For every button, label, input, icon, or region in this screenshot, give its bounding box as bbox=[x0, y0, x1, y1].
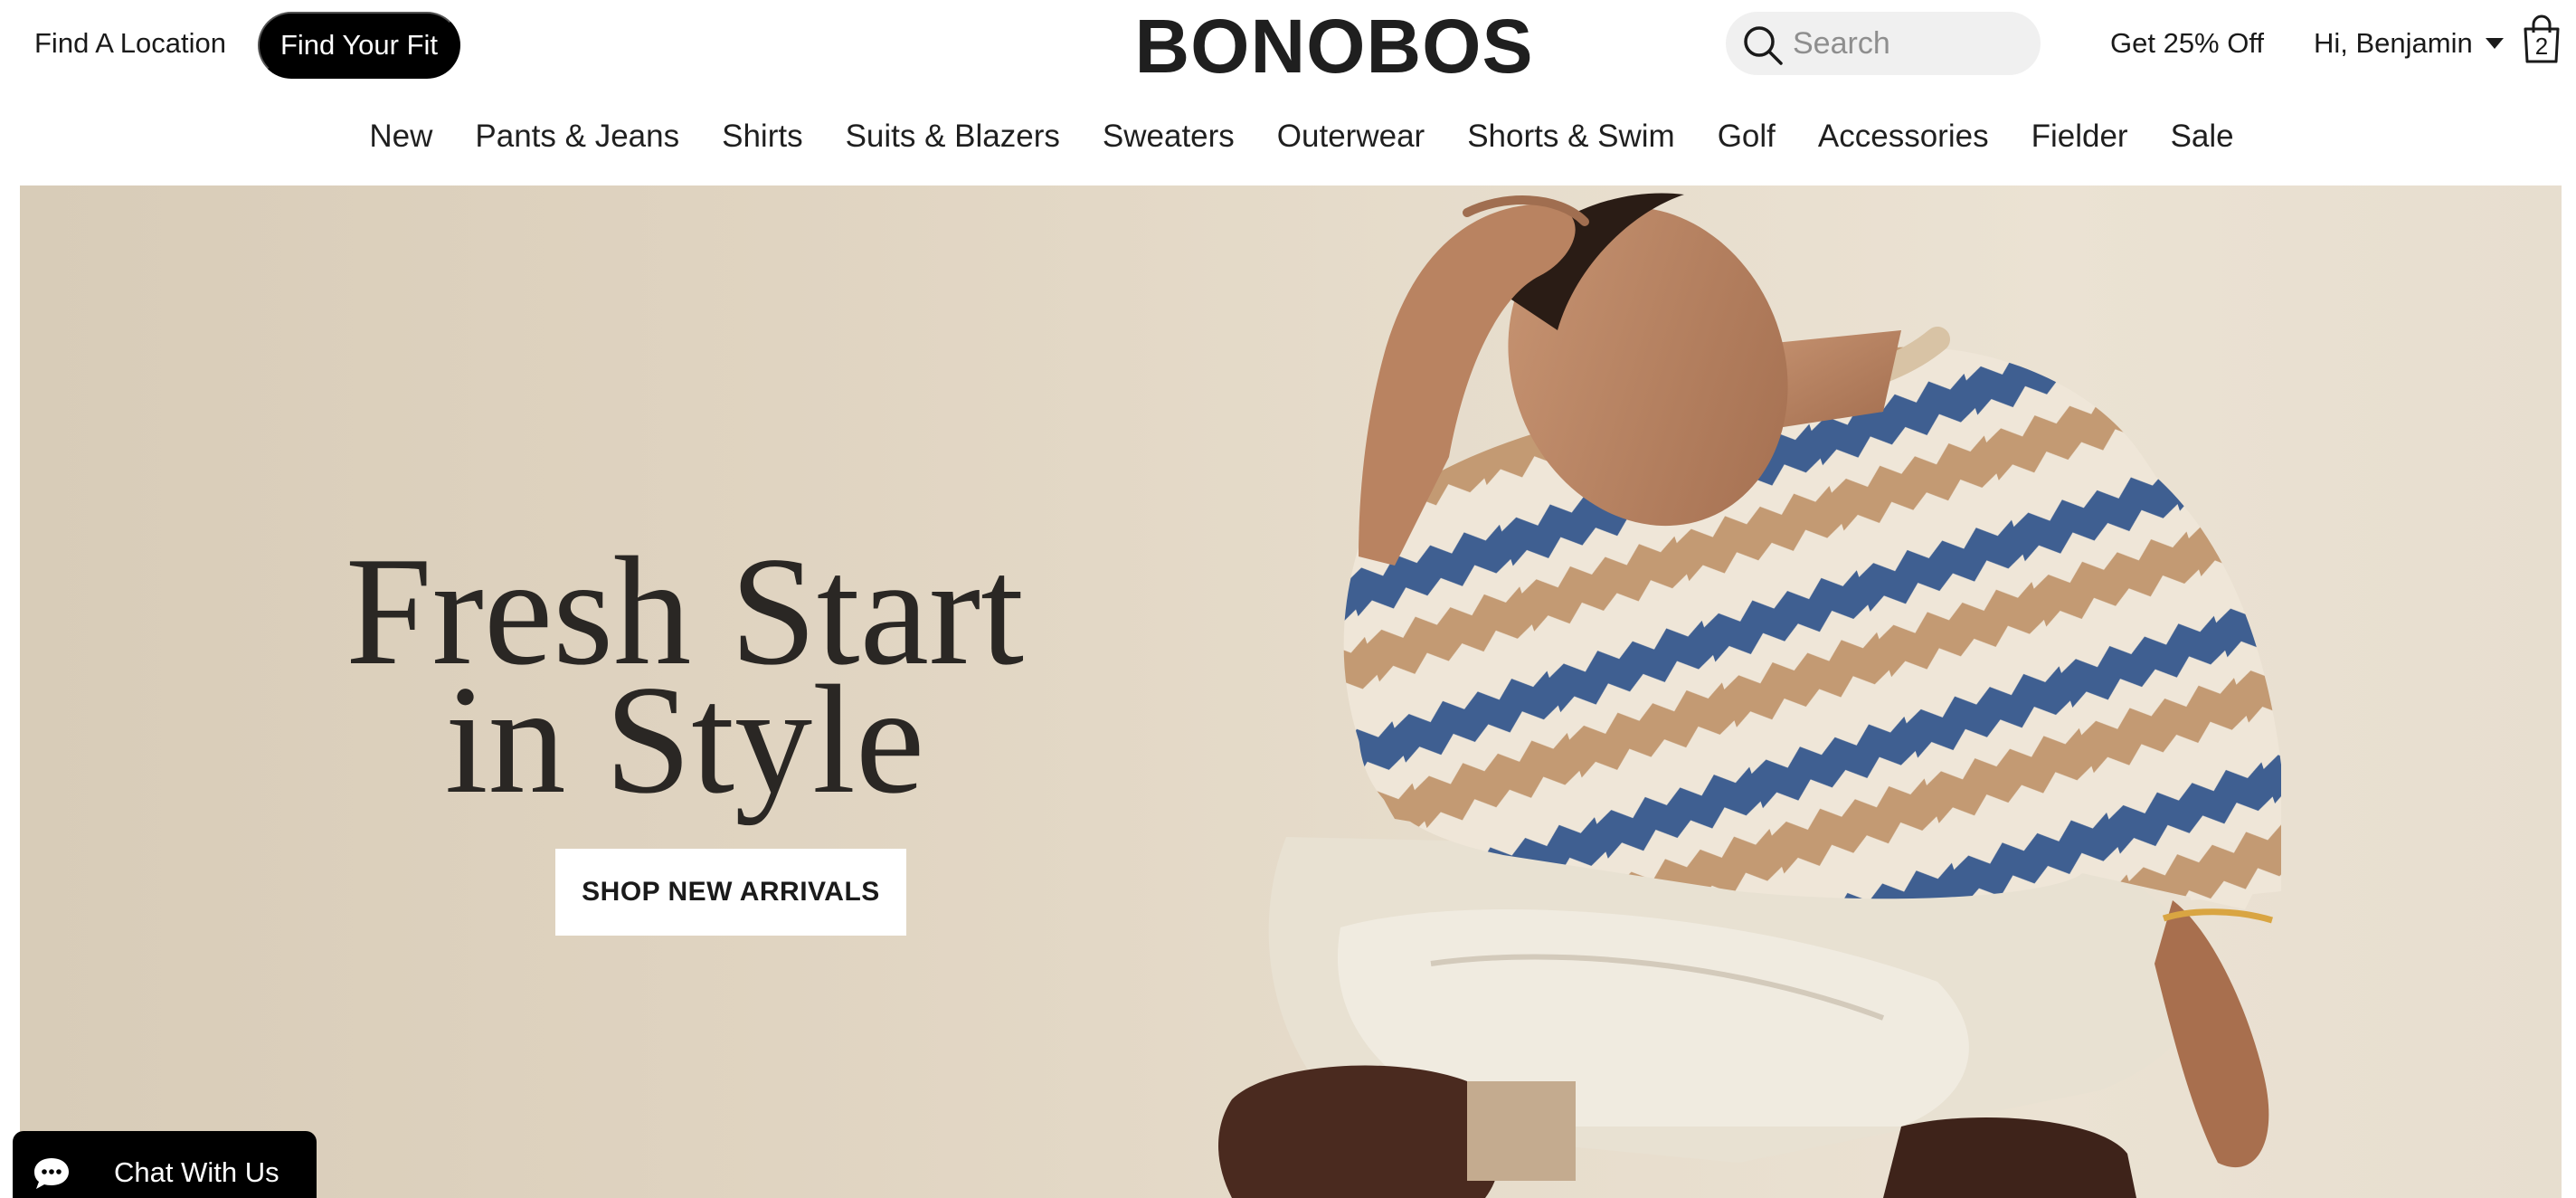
search-box[interactable] bbox=[1726, 12, 2041, 75]
chat-bubble-icon bbox=[34, 1158, 69, 1189]
hero-headline: Fresh Start in Style bbox=[318, 534, 1051, 818]
account-greeting: Hi, Benjamin bbox=[2314, 27, 2473, 59]
hero-banner[interactable]: Fresh Start in Style SHOP NEW ARRIVALS bbox=[20, 185, 2562, 1198]
main-navigation: New Pants & Jeans Shirts Suits & Blazers… bbox=[0, 100, 2576, 174]
nav-item-new[interactable]: New bbox=[369, 119, 432, 155]
find-your-fit-button[interactable]: Find Your Fit bbox=[258, 12, 460, 79]
nav-item-suits-blazers[interactable]: Suits & Blazers bbox=[846, 119, 1060, 155]
shop-new-arrivals-button[interactable]: SHOP NEW ARRIVALS bbox=[555, 849, 906, 936]
nav-item-shorts-swim[interactable]: Shorts & Swim bbox=[1467, 119, 1675, 155]
nav-item-fielder[interactable]: Fielder bbox=[2031, 119, 2128, 155]
site-header: Find A Location Find Your Fit BONOBOS Ge… bbox=[0, 0, 2576, 90]
nav-item-shirts[interactable]: Shirts bbox=[722, 119, 802, 155]
nav-item-sale[interactable]: Sale bbox=[2171, 119, 2234, 155]
cart-count: 2 bbox=[2534, 33, 2549, 60]
nav-item-accessories[interactable]: Accessories bbox=[1818, 119, 1989, 155]
nav-item-pants-jeans[interactable]: Pants & Jeans bbox=[475, 119, 679, 155]
chat-widget-button[interactable]: Chat With Us bbox=[13, 1131, 317, 1198]
get-discount-link[interactable]: Get 25% Off bbox=[2110, 27, 2264, 60]
nav-item-sweaters[interactable]: Sweaters bbox=[1103, 119, 1235, 155]
chat-widget-label: Chat With Us bbox=[114, 1156, 279, 1188]
find-location-link[interactable]: Find A Location bbox=[34, 27, 226, 60]
search-icon bbox=[1744, 26, 1783, 65]
nav-item-outerwear[interactable]: Outerwear bbox=[1277, 119, 1425, 155]
bonobos-logo[interactable]: BONOBOS bbox=[1134, 4, 1532, 89]
account-menu[interactable]: Hi, Benjamin bbox=[2314, 27, 2504, 60]
search-input[interactable] bbox=[1793, 19, 2028, 68]
nav-item-golf[interactable]: Golf bbox=[1718, 119, 1776, 155]
caret-down-icon bbox=[2485, 38, 2504, 49]
cart-button[interactable]: 2 bbox=[2520, 14, 2563, 65]
